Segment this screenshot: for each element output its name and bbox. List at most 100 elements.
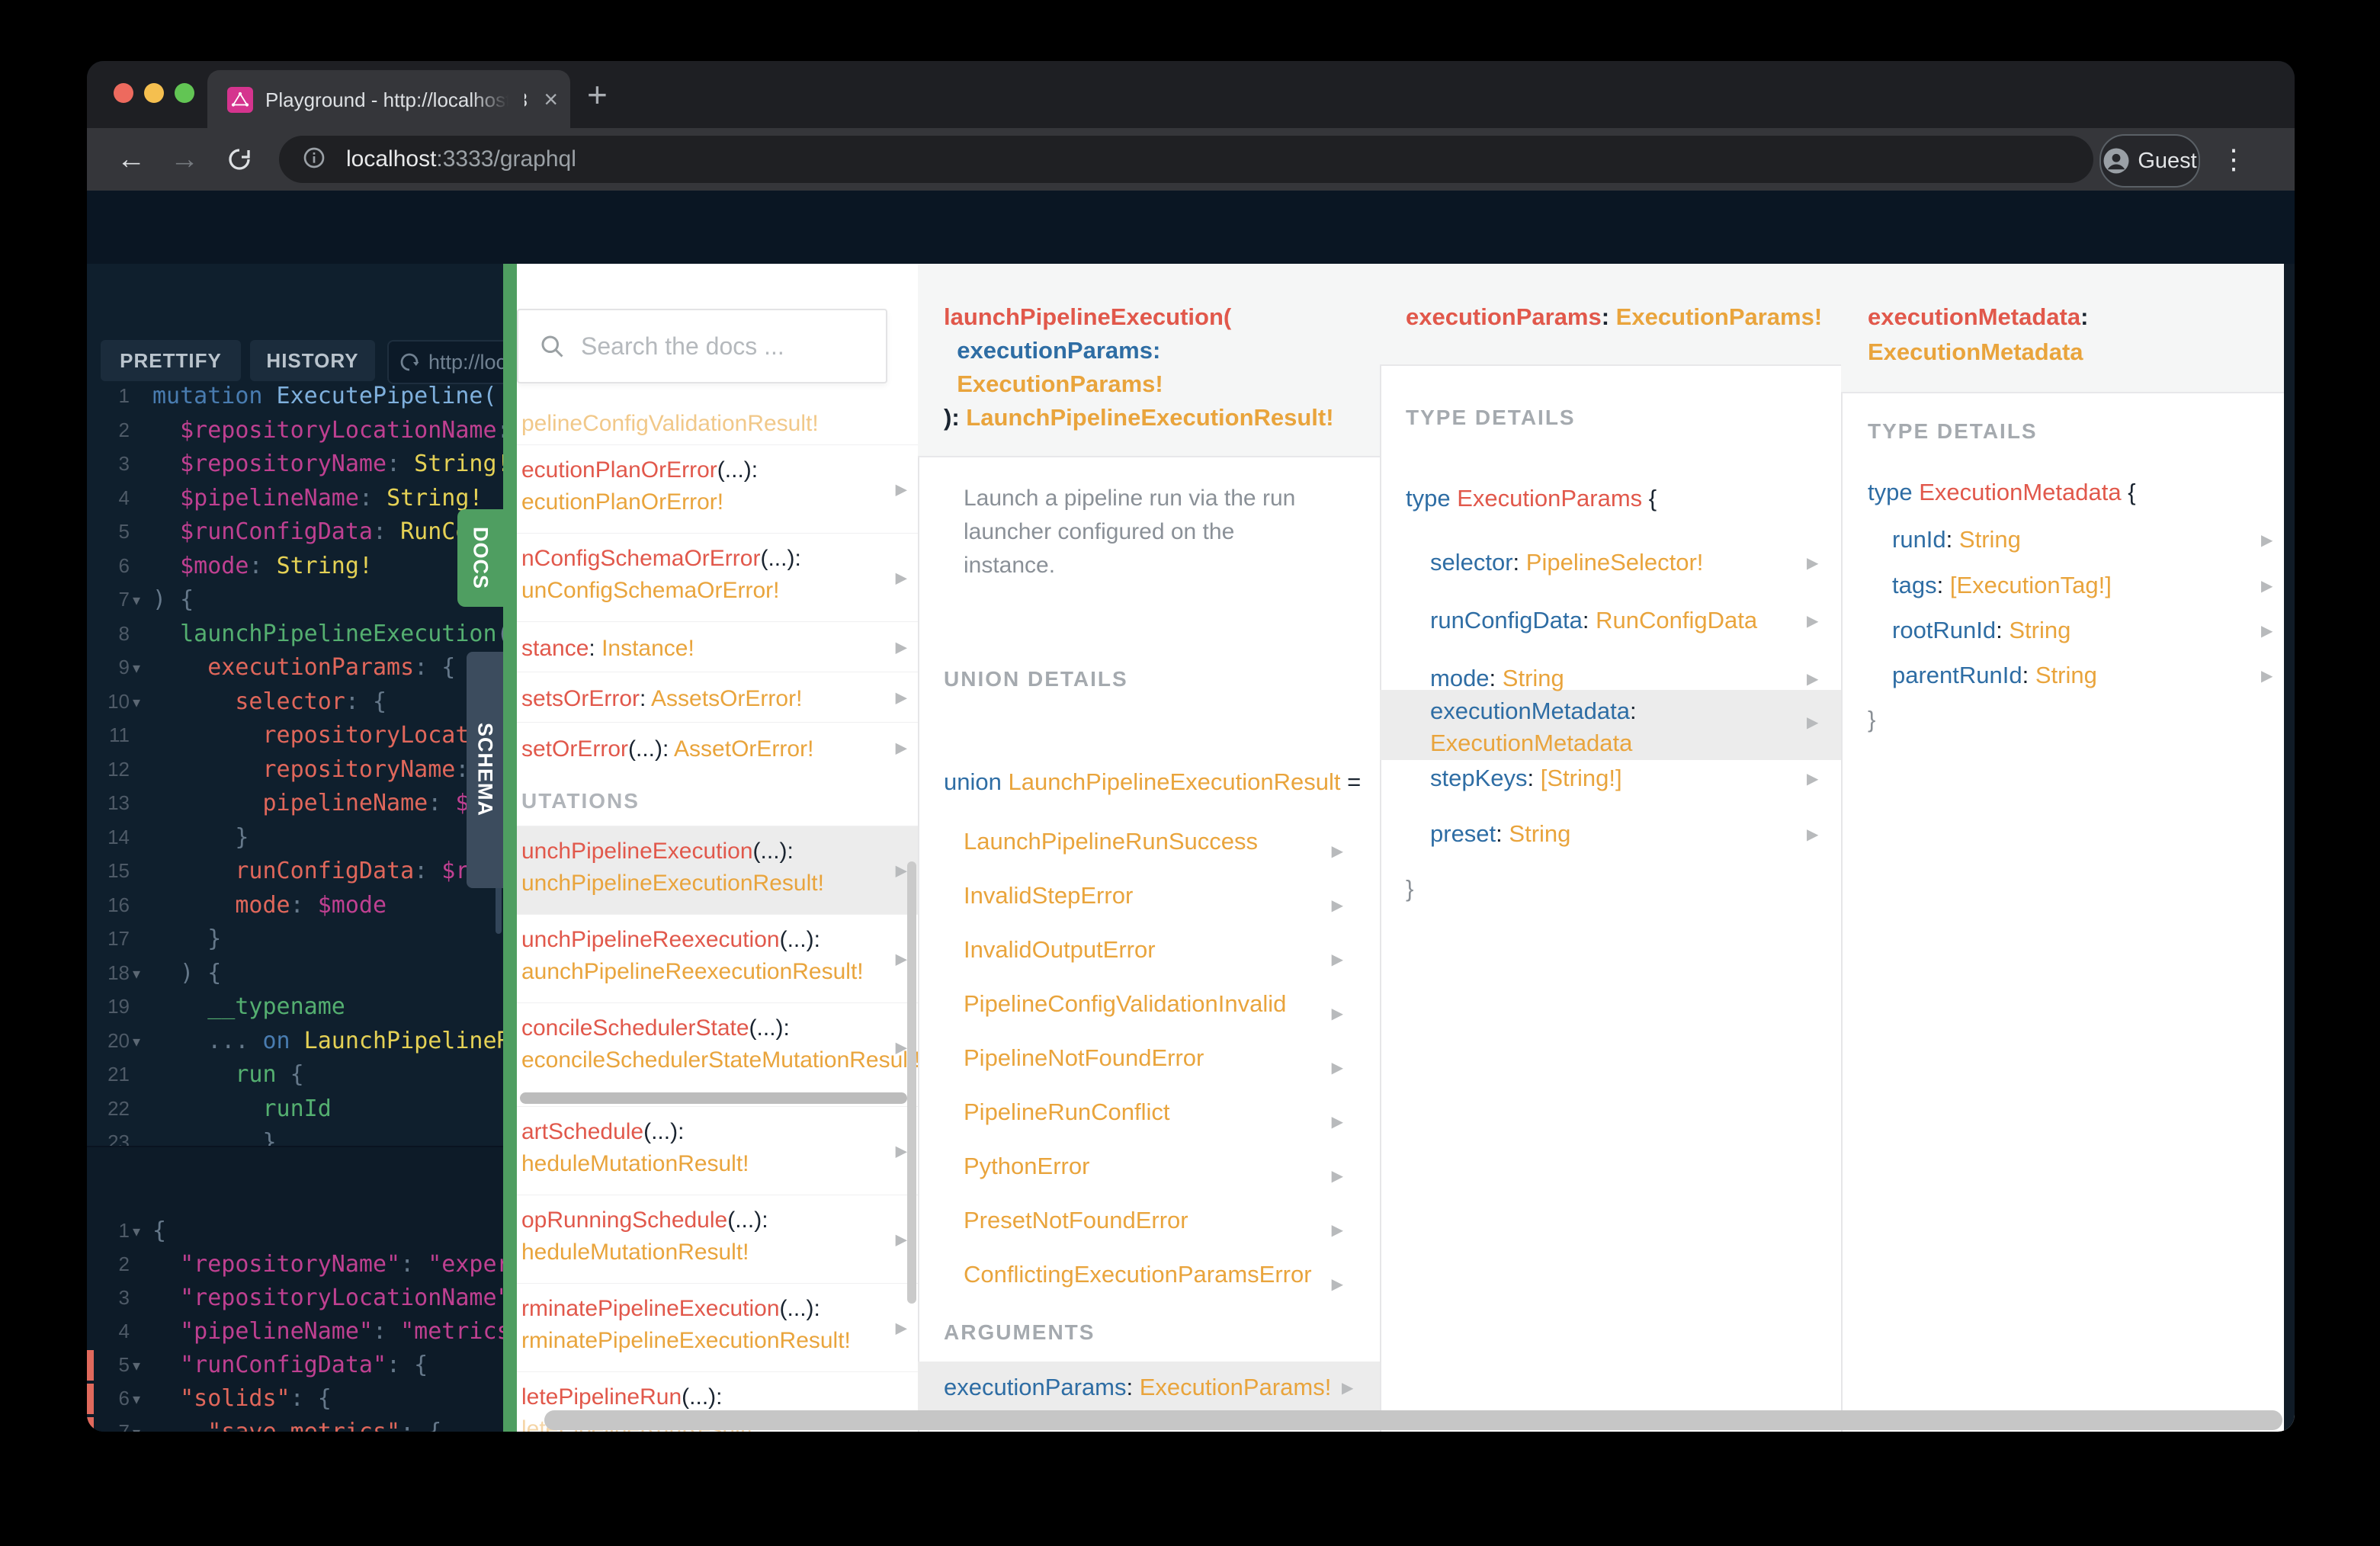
tab-close-icon[interactable]: × <box>544 85 558 113</box>
type-field-row[interactable]: rootRunId: String <box>1892 617 2070 644</box>
minimize-window-light[interactable] <box>144 83 164 103</box>
union-member-row[interactable]: LaunchPipelineRunSuccess ▶ <box>918 825 1380 879</box>
code-line[interactable]: 7 ▾) { <box>87 582 503 617</box>
chevron-right-icon[interactable]: ▶ <box>896 1038 907 1057</box>
code-line[interactable]: 18 ▾ ) { <box>87 956 503 990</box>
union-member-row[interactable]: PipelineRunConflict ▶ <box>918 1095 1380 1150</box>
type-field-row[interactable]: tags: [ExecutionTag!] <box>1892 572 2112 599</box>
union-member-row[interactable]: PipelineNotFoundError ▶ <box>918 1041 1380 1095</box>
fold-arrow-icon[interactable]: ▾ <box>133 1383 140 1416</box>
docs-search-input[interactable] <box>579 331 834 361</box>
code-line[interactable]: 5 $runConfigData: RunConfigData! <box>87 515 503 549</box>
code-line[interactable]: 1 ▾{ <box>87 1214 503 1248</box>
code-line[interactable]: 17 } <box>87 922 503 956</box>
union-member-row[interactable]: PipelineConfigValidationInvalid ▶ <box>918 987 1380 1041</box>
history-button[interactable]: HISTORY <box>250 340 375 381</box>
type-field-row[interactable]: runConfigData: RunConfigData <box>1430 607 1757 634</box>
chevron-right-icon[interactable]: ▶ <box>896 480 907 499</box>
schema-side-tab[interactable]: SCHEMA <box>467 652 503 888</box>
chevron-right-icon[interactable]: ▶ <box>2261 576 2273 595</box>
chevron-right-icon[interactable]: ▶ <box>896 738 907 757</box>
fold-arrow-icon[interactable]: ▾ <box>133 1215 140 1248</box>
chevron-right-icon[interactable]: ▶ <box>2261 531 2273 550</box>
chevron-right-icon[interactable]: ▶ <box>1332 1166 1343 1185</box>
code-line[interactable]: 14 } <box>87 820 503 855</box>
code-line[interactable]: 16 mode: $mode <box>87 888 503 922</box>
chevron-right-icon[interactable]: ▶ <box>1332 1275 1343 1294</box>
fold-arrow-icon[interactable]: ▾ <box>133 686 140 719</box>
docs-field-row[interactable]: unchPipelineExecution(...): unchPipelineE… <box>517 826 918 914</box>
type-field-row[interactable]: executionMetadata: <box>1430 698 1637 725</box>
code-line[interactable]: 5 ▾ "runConfigData": { <box>87 1348 503 1382</box>
fold-arrow-icon[interactable]: ▾ <box>133 652 140 685</box>
docs-search-box[interactable] <box>517 309 887 383</box>
docs-horizontal-scrollbar[interactable] <box>544 1410 2282 1430</box>
endpoint-url-box[interactable]: http://loc <box>387 340 518 384</box>
chevron-right-icon[interactable]: ▶ <box>896 637 907 656</box>
new-tab-button[interactable]: + <box>587 72 608 117</box>
docs-field-row[interactable]: opRunningSchedule(...): heduleMutationRes… <box>517 1195 918 1283</box>
chevron-right-icon[interactable]: ▶ <box>1807 611 1818 630</box>
chevron-right-icon[interactable]: ▶ <box>1332 950 1343 969</box>
union-member-row[interactable]: PresetNotFoundError ▶ <box>918 1204 1380 1258</box>
chevron-right-icon[interactable]: ▶ <box>1332 1004 1343 1023</box>
code-line[interactable]: 8 launchPipelineExecution( <box>87 617 503 651</box>
chevron-right-icon[interactable]: ▶ <box>1807 825 1818 844</box>
fold-arrow-icon[interactable]: ▾ <box>133 584 140 617</box>
chevron-right-icon[interactable]: ▶ <box>2261 666 2273 685</box>
chevron-right-icon[interactable]: ▶ <box>896 1230 907 1249</box>
chevron-right-icon[interactable]: ▶ <box>1807 769 1818 788</box>
type-field-row[interactable]: parentRunId: String <box>1892 662 2097 689</box>
chevron-right-icon[interactable]: ▶ <box>1807 713 1818 732</box>
fold-arrow-icon[interactable]: ▾ <box>133 1416 140 1432</box>
code-line[interactable]: 11 repositoryLocationName: $repositoryLo… <box>87 718 503 752</box>
profile-button[interactable]: Guest <box>2099 134 2200 188</box>
type-field-row[interactable]: preset: String <box>1430 820 1570 848</box>
chevron-right-icon[interactable]: ▶ <box>1332 1058 1343 1077</box>
code-line[interactable]: 7▾ "save_metrics": { <box>87 1415 503 1432</box>
chevron-right-icon[interactable]: ▶ <box>1807 553 1818 573</box>
chevron-right-icon[interactable]: ▶ <box>2261 621 2273 640</box>
docs-list-vertical-scrollbar[interactable] <box>907 861 916 1304</box>
fold-arrow-icon[interactable]: ▾ <box>133 957 140 990</box>
docs-side-tab[interactable]: DOCS <box>457 509 503 607</box>
back-icon[interactable]: ← <box>110 128 152 191</box>
chevron-right-icon[interactable]: ▶ <box>1332 1220 1343 1240</box>
code-line[interactable]: 6 ▾ "solids": { <box>87 1381 503 1416</box>
code-line[interactable]: 19 __typename <box>87 990 503 1024</box>
docs-field-row[interactable]: ecutionPlanOrError(...): ecutionPlanOrErr… <box>517 444 918 533</box>
docs-field-row[interactable]: unchPipelineReexecution(...): aunchPipeli… <box>517 914 918 1002</box>
chevron-right-icon[interactable]: ▶ <box>896 1318 907 1337</box>
docs-field-row[interactable]: concileSchedulerState(...): econcileSched… <box>517 1002 918 1091</box>
code-line[interactable]: 1 mutation ExecutePipeline( <box>87 379 503 413</box>
close-window-light[interactable] <box>114 83 133 103</box>
code-line[interactable]: 3 $repositoryName: String! <box>87 447 503 481</box>
pane-divider[interactable] <box>503 264 517 1432</box>
code-line[interactable]: 15 runConfigData: $runConfigData <box>87 854 503 888</box>
code-line[interactable]: 4 $pipelineName: String! <box>87 481 503 515</box>
code-line[interactable]: 10 ▾ selector: { <box>87 685 503 719</box>
type-field-row[interactable]: mode: String <box>1430 665 1564 692</box>
fold-arrow-icon[interactable]: ▾ <box>133 1025 140 1058</box>
docs-field-row[interactable]: artSchedule(...): heduleMutationResult! ▶ <box>517 1106 918 1195</box>
type-field-row[interactable]: selector: PipelineSelector! <box>1430 549 1703 576</box>
code-line[interactable]: 13 pipelineName: $pipelineName <box>87 786 503 820</box>
code-line[interactable]: 4 "pipelineName": "metrics <box>87 1314 503 1349</box>
code-line[interactable]: 20▾ ... on LaunchPipelineRunSuccess <box>87 1024 503 1058</box>
type-field-row[interactable]: runId: String <box>1892 526 2021 553</box>
prettify-button[interactable]: PRETTIFY <box>101 340 241 381</box>
forward-icon[interactable]: → <box>163 128 206 191</box>
browser-menu-icon[interactable]: ⋮ <box>2218 134 2249 184</box>
zoom-window-light[interactable] <box>175 83 194 103</box>
docs-field-row[interactable]: stance: Instance! ▶ <box>517 621 918 672</box>
code-line[interactable]: 2 "repositoryName": "exper <box>87 1247 503 1281</box>
union-member-row[interactable]: InvalidStepError ▶ <box>918 879 1380 933</box>
chevron-right-icon[interactable]: ▶ <box>1332 896 1343 915</box>
docs-field-row[interactable]: nConfigSchemaOrError(...): unConfigSchema… <box>517 533 918 621</box>
reload-icon[interactable] <box>218 128 261 191</box>
chevron-right-icon[interactable]: ▶ <box>896 1141 907 1160</box>
chevron-right-icon[interactable]: ▶ <box>896 688 907 707</box>
docs-list-horizontal-scrollbar[interactable] <box>520 1092 907 1104</box>
code-line[interactable]: 9 ▾ executionParams: { <box>87 650 503 685</box>
docs-field-row[interactable]: setOrError(...): AssetOrError! ▶ <box>517 722 918 772</box>
